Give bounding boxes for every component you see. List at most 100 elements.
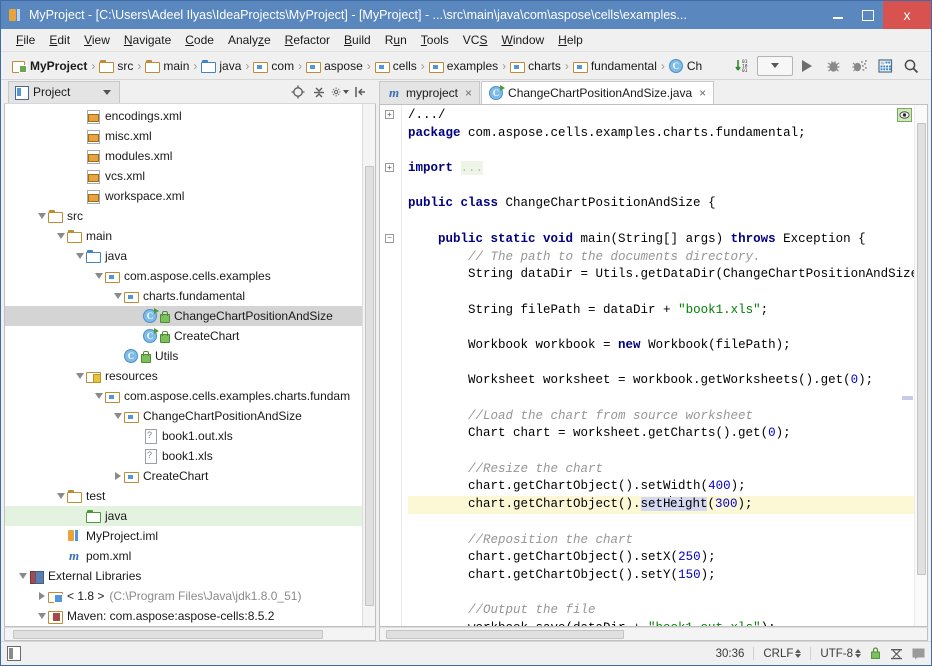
project-tab[interactable]: Project (8, 80, 121, 103)
hide-panel-icon[interactable] (352, 83, 370, 101)
expand-arrow-down-icon[interactable] (36, 606, 48, 626)
error-stripe-marker[interactable] (902, 396, 913, 400)
gear-icon[interactable] (331, 83, 349, 101)
editor-horizontal-scrollbar[interactable] (379, 627, 928, 641)
breadcrumb-item-java[interactable]: java (198, 57, 244, 75)
fold-expand-icon[interactable]: + (385, 163, 394, 173)
code-text[interactable]: /.../ package com.aspose.cells.examples.c… (402, 105, 927, 626)
editor-tab[interactable]: myproject × (379, 81, 481, 104)
menu-item-refactor[interactable]: Refactor (278, 30, 337, 50)
tree-node[interactable]: java (5, 246, 375, 266)
editor-gutter[interactable]: + + − (380, 105, 402, 626)
fold-expand-icon[interactable]: + (385, 110, 394, 119)
breadcrumb-item-main[interactable]: main (142, 57, 192, 75)
tree-node[interactable]: resources (5, 366, 375, 386)
breadcrumb-item-fundamental[interactable]: fundamental (570, 57, 660, 75)
expand-arrow-right-icon[interactable] (112, 466, 124, 486)
expand-arrow-down-icon[interactable] (74, 246, 86, 266)
event-log-icon[interactable] (912, 648, 925, 660)
scrollbar-thumb[interactable] (917, 123, 926, 575)
menu-item-window[interactable]: Window (494, 30, 551, 50)
run-configuration-dropdown[interactable] (757, 55, 793, 76)
scrollbar-thumb[interactable] (13, 630, 323, 639)
tree-node[interactable]: pom.xml (5, 546, 375, 566)
menu-item-tools[interactable]: Tools (414, 30, 456, 50)
tree-node[interactable]: External Libraries (5, 566, 375, 586)
tree-node[interactable]: < 1.8 > (C:\Program Files\Java\jdk1.8.0_5… (5, 586, 375, 606)
scrollbar-thumb[interactable] (386, 630, 624, 639)
expand-arrow-right-icon[interactable] (36, 586, 48, 606)
close-icon[interactable]: × (699, 86, 706, 100)
run-icon[interactable] (795, 55, 819, 77)
tree-node[interactable]: main (5, 226, 375, 246)
expand-arrow-down-icon[interactable] (55, 226, 67, 246)
menu-item-file[interactable]: File (9, 30, 42, 50)
tree-node[interactable]: misc.xml (5, 126, 375, 146)
expand-arrow-down-icon[interactable] (93, 266, 105, 286)
breadcrumb-item-cells[interactable]: cells (372, 57, 420, 75)
code-editor[interactable]: + + − /.../ package com.aspose.cells.exampl… (379, 104, 928, 627)
line-separator-selector[interactable]: CRLF (763, 648, 802, 660)
lock-icon[interactable] (870, 647, 881, 660)
breadcrumb-item-examples[interactable]: examples (426, 57, 501, 75)
expand-arrow-down-icon[interactable] (112, 286, 124, 306)
debug-icon[interactable] (821, 55, 845, 77)
close-button[interactable]: x (883, 1, 931, 29)
tree-node[interactable]: Maven: com.aspose:aspose-cells:8.5.2 (5, 606, 375, 626)
breadcrumb-item-aspose[interactable]: aspose (303, 57, 366, 75)
fold-collapse-icon[interactable]: − (385, 233, 394, 243)
minimize-button[interactable] (823, 1, 853, 29)
tree-node[interactable]: com.aspose.cells.examples (5, 266, 375, 286)
tree-node[interactable]: ChangeChartPositionAndSize (5, 406, 375, 426)
tree-node[interactable]: CreateChart (5, 466, 375, 486)
inspection-status-icon[interactable] (897, 108, 912, 122)
menu-item-vcs[interactable]: VCS (456, 30, 495, 50)
tree-node[interactable]: test (5, 486, 375, 506)
database-icon[interactable] (873, 55, 897, 77)
breadcrumb-item-ch[interactable]: Ch (666, 57, 705, 75)
expand-arrow-down-icon[interactable] (112, 406, 124, 426)
menu-item-view[interactable]: View (77, 30, 117, 50)
menu-item-code[interactable]: Code (178, 30, 221, 50)
toggle-toolwindows-icon[interactable] (7, 646, 21, 661)
menu-item-build[interactable]: Build (337, 30, 378, 50)
breadcrumb-item-src[interactable]: src (96, 57, 136, 75)
tree-node[interactable]: vcs.xml (5, 166, 375, 186)
project-tree[interactable]: encodings.xml misc.xml modules.xml vcs.xml w… (4, 104, 376, 627)
project-tree-horizontal-scrollbar[interactable] (4, 627, 376, 641)
background-tasks-icon[interactable] (890, 647, 903, 661)
menu-item-edit[interactable]: Edit (42, 30, 77, 50)
encoding-selector[interactable]: UTF-8 (820, 648, 861, 660)
maximize-button[interactable] (853, 1, 883, 29)
breadcrumb-item-charts[interactable]: charts (507, 57, 564, 75)
tree-node[interactable]: CreateChart (5, 326, 375, 346)
scrollbar-thumb[interactable] (365, 166, 374, 606)
breadcrumb-item-com[interactable]: com (250, 57, 297, 75)
tree-node[interactable]: workspace.xml (5, 186, 375, 206)
breadcrumb-item-myproject[interactable]: MyProject (9, 57, 90, 75)
editor-vertical-scrollbar[interactable] (914, 105, 927, 626)
expand-arrow-down-icon[interactable] (17, 566, 29, 586)
menu-item-help[interactable]: Help (551, 30, 590, 50)
menu-item-run[interactable]: Run (378, 30, 414, 50)
tree-node[interactable]: MyProject.iml (5, 526, 375, 546)
search-icon[interactable] (899, 55, 923, 77)
close-icon[interactable]: × (465, 86, 472, 100)
collapse-all-icon[interactable] (310, 83, 328, 101)
expand-arrow-down-icon[interactable] (74, 366, 86, 386)
tree-node[interactable]: book1.xls (5, 446, 375, 466)
menu-item-navigate[interactable]: Navigate (117, 30, 178, 50)
tree-node[interactable]: charts.fundamental (5, 286, 375, 306)
editor-tab[interactable]: ChangeChartPositionAndSize.java × (481, 81, 715, 104)
tree-node[interactable]: java (5, 506, 375, 526)
tree-node[interactable]: ChangeChartPositionAndSize (5, 306, 375, 326)
chevron-down-icon[interactable] (103, 89, 112, 95)
tree-node[interactable]: src (5, 206, 375, 226)
expand-arrow-down-icon[interactable] (93, 386, 105, 406)
sort-icon[interactable]: 01 10 01 (731, 55, 755, 77)
menu-item-analyze[interactable]: Analyze (221, 30, 278, 50)
folded-comment[interactable]: /.../ (408, 108, 446, 122)
tree-node[interactable]: Utils (5, 346, 375, 366)
tree-node[interactable]: com.aspose.cells.examples.charts.fundam (5, 386, 375, 406)
expand-arrow-down-icon[interactable] (55, 486, 67, 506)
